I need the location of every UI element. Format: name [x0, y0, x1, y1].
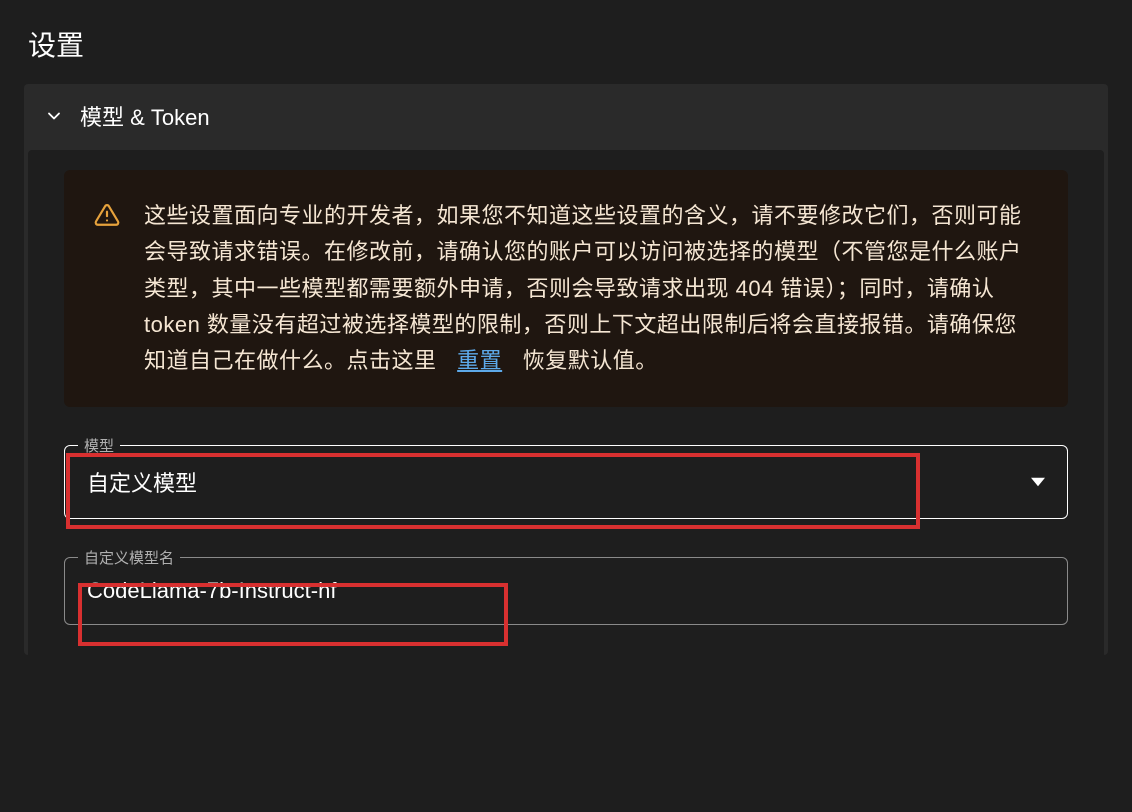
dropdown-arrow-icon: [1031, 475, 1045, 489]
model-select-value: 自定义模型: [87, 466, 197, 498]
model-field: 模型 自定义模型: [64, 445, 1068, 519]
accordion-body: 这些设置面向专业的开发者，如果您不知道这些设置的含义，请不要修改它们，否则可能会…: [28, 150, 1104, 655]
reset-link[interactable]: 重置: [457, 348, 502, 373]
alert-text: 这些设置面向专业的开发者，如果您不知道这些设置的含义，请不要修改它们，否则可能会…: [144, 198, 1038, 379]
accordion-header-model-token[interactable]: 模型 & Token: [24, 84, 1108, 150]
model-field-label: 模型: [78, 435, 120, 456]
chevron-down-icon: [44, 106, 64, 126]
model-select[interactable]: 自定义模型: [64, 445, 1068, 519]
page-title: 设置: [0, 0, 1132, 84]
warning-alert: 这些设置面向专业的开发者，如果您不知道这些设置的含义，请不要修改它们，否则可能会…: [64, 170, 1068, 407]
accordion-title: 模型 & Token: [80, 100, 210, 132]
custom-model-name-field: 自定义模型名: [64, 557, 1068, 625]
alert-text-after: 恢复默认值。: [523, 348, 658, 373]
custom-model-name-label: 自定义模型名: [78, 547, 180, 568]
settings-panel: 模型 & Token 这些设置面向专业的开发者，如果您不知道这些设置的含义，请不…: [24, 84, 1108, 655]
custom-model-name-input[interactable]: [87, 578, 1045, 604]
custom-model-name-input-container: [64, 557, 1068, 625]
warning-triangle-icon: [94, 198, 120, 379]
